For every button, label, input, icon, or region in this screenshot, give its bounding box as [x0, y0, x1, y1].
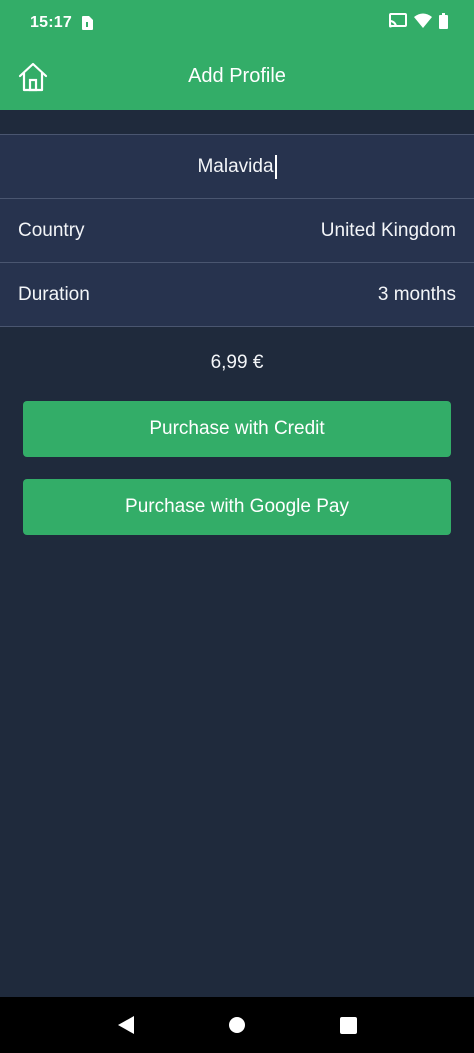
home-circle-icon[interactable] [217, 1005, 257, 1045]
country-value: United Kingdom [320, 219, 456, 241]
screen: 15:17 Add Profile Malavida Country Unite… [0, 0, 474, 1053]
country-row[interactable]: Country United Kingdom [0, 199, 474, 263]
spacer [0, 110, 474, 134]
profile-name-field[interactable]: Malavida [0, 135, 474, 199]
profile-name-value: Malavida [197, 155, 274, 177]
status-icons [389, 12, 448, 34]
duration-value: 3 months [377, 283, 456, 305]
page-title: Add Profile [188, 65, 286, 87]
status-bar: 15:17 [0, 0, 474, 46]
back-icon[interactable] [106, 1005, 146, 1045]
country-label: Country [18, 219, 85, 241]
battery-icon [439, 12, 448, 34]
sim-card-icon [81, 16, 93, 30]
price-label: 6,99 € [210, 352, 264, 373]
status-time: 15:17 [30, 14, 72, 31]
recents-icon[interactable] [328, 1005, 368, 1045]
duration-row[interactable]: Duration 3 months [0, 263, 474, 327]
app-bar: Add Profile [0, 46, 474, 110]
cast-icon [389, 13, 407, 33]
purchase-with-google-pay-button[interactable]: Purchase with Google Pay [23, 479, 451, 535]
profile-form: Malavida Country United Kingdom Duration… [0, 134, 474, 327]
navigation-bar [0, 997, 474, 1053]
duration-label: Duration [18, 283, 90, 305]
wifi-icon [414, 13, 432, 33]
text-cursor [274, 154, 277, 179]
purchase-with-credit-button[interactable]: Purchase with Credit [23, 401, 451, 457]
